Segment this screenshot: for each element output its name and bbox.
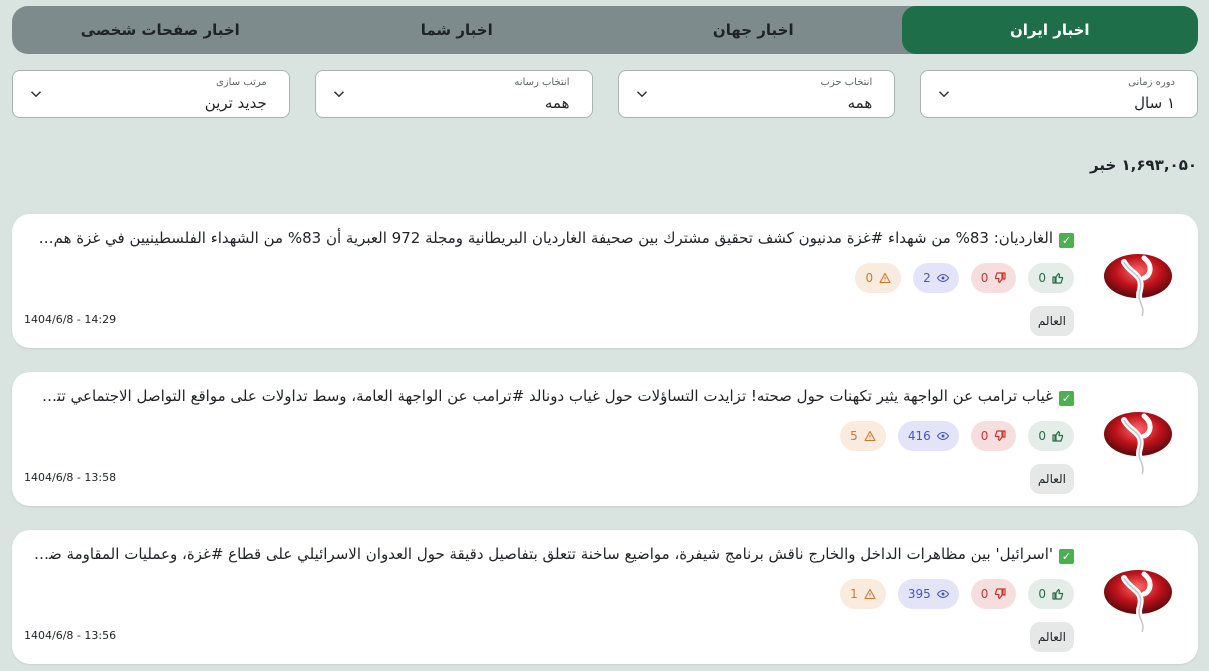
thumbs-up-icon: [1052, 430, 1064, 442]
news-card[interactable]: ✓'اسرائيل' بين مظاهرات الداخل والخارج نا…: [12, 530, 1198, 664]
logo-icon: [1104, 570, 1172, 635]
thumbs-up-icon: [1052, 272, 1064, 284]
warning-icon: [879, 272, 891, 284]
check-icon: ✓: [1059, 549, 1074, 564]
filter-label: انتخاب رسانه: [514, 77, 570, 88]
dislike-button[interactable]: 0: [970, 263, 1017, 293]
filter-value: ۱ سال: [1134, 94, 1175, 112]
dislike-button[interactable]: 0: [970, 421, 1017, 451]
tab-iran-news[interactable]: اخبار ایران: [901, 6, 1198, 54]
like-button[interactable]: 0: [1028, 421, 1074, 451]
news-headline[interactable]: ✓غياب ترامب عن الواجهة يثير تكهنات حول ص…: [34, 386, 1074, 406]
warning-icon: [864, 430, 876, 442]
thumbs-down-icon: [995, 588, 1006, 600]
report-button[interactable]: 5: [840, 421, 886, 451]
thumbs-down-icon: [995, 272, 1006, 284]
news-card[interactable]: ✓الغاردیان: 83% من شهداء #غزة مدنيون كشف…: [12, 214, 1198, 348]
news-headline[interactable]: ✓الغاردیان: 83% من شهداء #غزة مدنيون كشف…: [34, 228, 1074, 248]
views-counter[interactable]: 2: [913, 263, 959, 293]
logo-icon: [1104, 254, 1172, 319]
filter-value: جدید ترین: [204, 94, 267, 112]
views-counter[interactable]: 395: [897, 579, 959, 609]
thumbs-down-icon: [995, 430, 1006, 442]
news-date: 1404/6/8 - 13:58: [24, 471, 117, 484]
category-tag[interactable]: العالم: [1029, 464, 1074, 494]
filter-value: همه: [544, 94, 570, 112]
filters-bar: دوره زمانی ۱ سال انتخاب حزب همه انتخاب ر…: [12, 70, 1198, 118]
media-select[interactable]: انتخاب رسانه همه: [314, 70, 593, 118]
warning-icon: [864, 588, 876, 600]
tab-world-news[interactable]: اخبار جهان: [605, 6, 902, 54]
eye-icon: [936, 431, 949, 441]
filter-label: انتخاب حزب: [820, 77, 873, 88]
check-icon: ✓: [1059, 391, 1074, 406]
like-button[interactable]: 0: [1028, 579, 1074, 609]
news-card[interactable]: ✓غياب ترامب عن الواجهة يثير تكهنات حول ص…: [12, 372, 1198, 506]
party-select[interactable]: انتخاب حزب همه: [617, 70, 896, 118]
news-count: ۱,۶۹۳,۰۵۰ خبر: [1090, 156, 1197, 174]
chevron-down-icon: [30, 91, 42, 98]
category-tag[interactable]: العالم: [1029, 306, 1074, 336]
news-date: 1404/6/8 - 14:29: [24, 313, 117, 326]
reaction-bar: 0 0 416 5: [840, 421, 1074, 451]
check-icon: ✓: [1059, 233, 1074, 248]
category-tag[interactable]: العالم: [1029, 622, 1074, 652]
sort-select[interactable]: مرتب سازی جدید ترین: [12, 70, 290, 118]
like-button[interactable]: 0: [1028, 263, 1074, 293]
news-tabs: اخبار ایران اخبار جهان اخبار شما اخبار ص…: [12, 6, 1198, 54]
report-button[interactable]: 1: [840, 579, 886, 609]
reaction-bar: 0 0 395 1: [840, 579, 1074, 609]
tab-your-news[interactable]: اخبار شما: [309, 6, 606, 54]
filter-label: دوره زمانی: [1128, 77, 1175, 88]
views-counter[interactable]: 416: [897, 421, 959, 451]
tab-personal-pages-news[interactable]: اخبار صفحات شخصی: [12, 6, 309, 54]
filter-value: همه: [847, 94, 873, 112]
filter-label: مرتب سازی: [216, 77, 267, 88]
news-headline[interactable]: ✓'اسرائيل' بين مظاهرات الداخل والخارج نا…: [34, 544, 1074, 564]
logo-icon: [1104, 412, 1172, 477]
dislike-button[interactable]: 0: [970, 579, 1017, 609]
eye-icon: [936, 273, 949, 283]
eye-icon: [936, 589, 949, 599]
report-button[interactable]: 0: [855, 263, 902, 293]
reaction-bar: 0 0 2 0: [855, 263, 1074, 293]
chevron-down-icon: [333, 91, 344, 98]
news-date: 1404/6/8 - 13:56: [24, 629, 117, 642]
chevron-down-icon: [939, 91, 950, 98]
time-period-select[interactable]: دوره زمانی ۱ سال: [920, 70, 1198, 118]
thumbs-up-icon: [1052, 588, 1064, 600]
chevron-down-icon: [636, 91, 647, 98]
